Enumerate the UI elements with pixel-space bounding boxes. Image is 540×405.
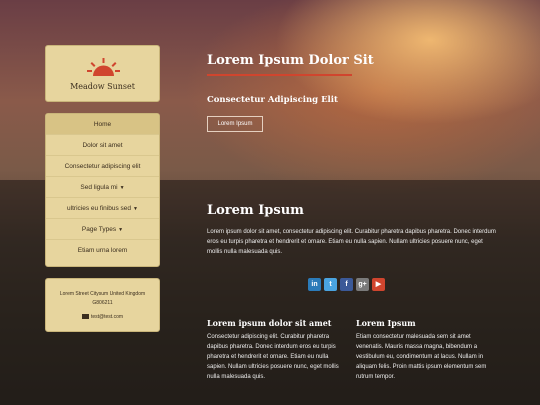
section-title: Lorem Ipsum	[207, 203, 304, 218]
nav-item-consectetur[interactable]: Consectetur adipiscing elit	[46, 156, 159, 177]
contact-email-text: test@test.com	[90, 314, 124, 320]
googleplus-icon[interactable]: g+	[356, 278, 369, 291]
nav-label: Page Types	[81, 226, 117, 233]
column-text: Consectetur adipiscing elit. Curabitur p…	[207, 334, 339, 380]
nav-item-page-types[interactable]: Page Types ▼	[46, 219, 159, 240]
contact-widget: Lorem Street Citysum United Kingdom G806…	[45, 278, 160, 332]
nav-item-home[interactable]: Home	[46, 114, 159, 135]
nav-item-ultricies[interactable]: ultricies eu finibus sed ▼	[46, 198, 159, 219]
column-text: Etiam consectetur malesuada sem sit amet…	[356, 334, 487, 380]
nav-item-dolor[interactable]: Dolor sit amet	[46, 135, 159, 156]
caret-down-icon: ▼	[118, 227, 124, 233]
nav-label: Etiam urna lorem	[77, 247, 128, 254]
nav-item-etiam[interactable]: Etiam urna lorem	[46, 240, 159, 261]
hero-button[interactable]: Lorem Ipsum	[207, 116, 263, 132]
column-title: Lorem Ipsum	[356, 318, 416, 328]
caret-down-icon: ▼	[119, 185, 125, 191]
contact-address: Lorem Street Citysum United Kingdom G806…	[59, 291, 146, 306]
contact-email[interactable]: test@test.com	[46, 314, 159, 320]
social-links: in t f g+ ▶	[308, 278, 385, 292]
envelope-icon	[81, 314, 89, 320]
column-title: Lorem ipsum dolor sit amet	[207, 318, 332, 328]
main-nav: Home Dolor sit amet Consectetur adipisci…	[45, 113, 160, 267]
youtube-icon[interactable]: ▶	[372, 278, 385, 291]
hero-underline	[207, 74, 352, 76]
linkedin-icon[interactable]: in	[308, 278, 321, 291]
hero-title: Lorem Ipsum Dolor Sit	[207, 53, 374, 68]
section-text: Lorem ipsum dolor sit amet, consectetur …	[207, 229, 496, 255]
hero-subtitle: Consectetur Adipiscing Elit	[207, 95, 338, 105]
nav-label: ultricies eu finibus sed	[67, 205, 131, 212]
nav-label: Sed ligula mi	[80, 184, 118, 191]
nav-label: Home	[93, 121, 112, 128]
facebook-icon[interactable]: f	[340, 278, 353, 291]
site-logo[interactable]: Meadow Sunset	[45, 45, 160, 102]
nav-label: Consectetur adipiscing elit	[64, 163, 141, 170]
twitter-icon[interactable]: t	[324, 278, 337, 291]
sun-icon	[87, 58, 120, 76]
nav-item-sed-ligula[interactable]: Sed ligula mi ▼	[46, 177, 159, 198]
nav-label: Dolor sit amet	[82, 142, 123, 149]
site-name: Meadow Sunset	[70, 82, 135, 91]
caret-down-icon: ▼	[133, 206, 138, 212]
